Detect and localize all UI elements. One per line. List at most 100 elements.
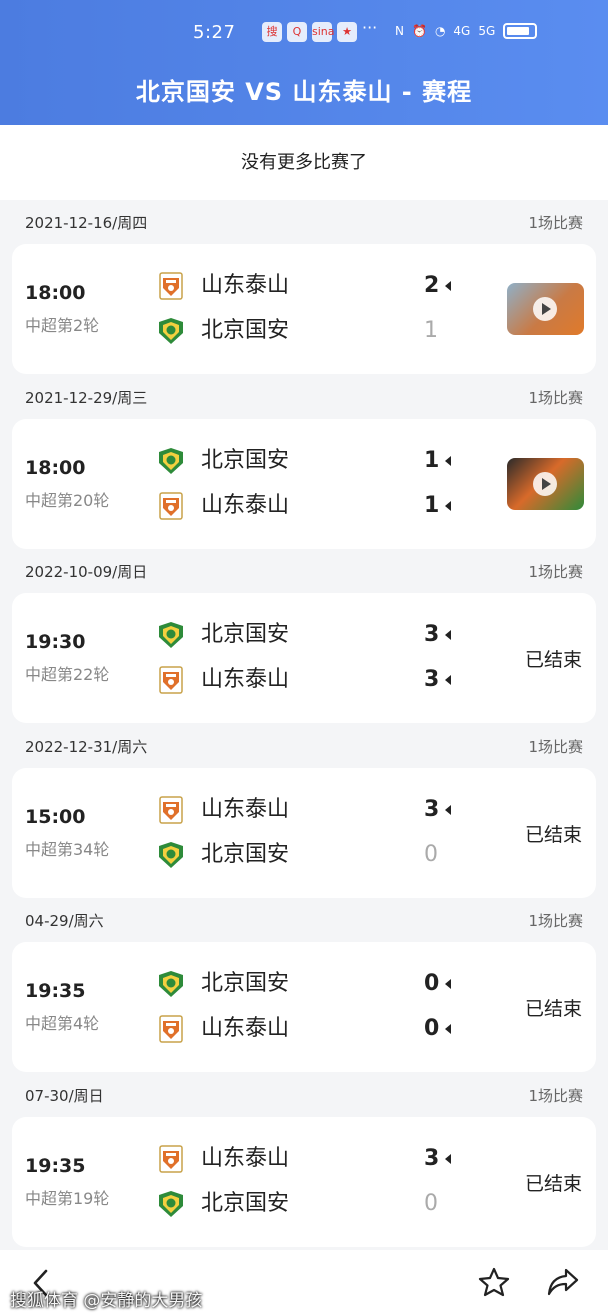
- score-value: 3: [424, 667, 440, 692]
- match-status: 已结束: [524, 649, 582, 671]
- match-date-row: 2021-12-16/周四 1场比赛: [0, 200, 608, 244]
- team-name: 山东泰山: [201, 273, 290, 298]
- notification-icon: ★: [337, 22, 357, 42]
- team-score: 2: [424, 272, 464, 300]
- watermark: 搜狐体育 @安静的大男孩: [10, 1291, 203, 1311]
- match-round: 中超第2轮: [25, 316, 100, 335]
- match-card[interactable]: 15:00 中超第34轮 山东泰山 3 北京国安 0 已结束: [12, 767, 596, 898]
- match-card[interactable]: 18:00 中超第2轮 山东泰山 2 北京国安 1: [12, 244, 596, 374]
- match-date-row: 07-30/周日 1场比赛: [0, 1073, 608, 1117]
- winner-arrow-icon: [445, 979, 452, 989]
- taishan-crest-icon: [157, 491, 185, 520]
- status-bar: 5:27 搜 Q sina ★ ··· N ⏰ ◔ 4G 5G: [0, 18, 608, 48]
- team-row-away: 山东泰山: [157, 491, 457, 522]
- video-thumbnail[interactable]: [507, 283, 584, 335]
- match-round: 中超第22轮: [25, 665, 110, 684]
- score-value: 0: [424, 1190, 438, 1216]
- match-date: 2021-12-16/周四: [25, 214, 148, 232]
- notification-icons: 搜 Q sina ★: [262, 22, 357, 42]
- match-date-row: 2021-12-29/周三 1场比赛: [0, 375, 608, 419]
- match-date-row: 2022-12-31/周六 1场比赛: [0, 724, 608, 768]
- guoan-crest-icon: [157, 970, 185, 998]
- match-card[interactable]: 18:00 中超第20轮 北京国安 1 山东泰山 1: [12, 418, 596, 549]
- match-time: 15:00: [25, 805, 86, 828]
- team-name: 北京国安: [201, 841, 290, 867]
- team-score: 0: [424, 1190, 464, 1218]
- match-time: 19:30: [25, 631, 86, 653]
- match-date: 2022-10-09/周日: [25, 563, 148, 581]
- taishan-crest-icon: [157, 666, 185, 694]
- guoan-crest-icon: [157, 447, 185, 475]
- match-card[interactable]: 19:35 中超第19轮 山东泰山 3 北京国安 0 已结束: [12, 1116, 596, 1247]
- match-card[interactable]: 19:35 中超第4轮 北京国安 0 山东泰山 0 已结束: [12, 942, 596, 1072]
- taishan-crest-icon: [157, 272, 185, 300]
- play-icon: [533, 471, 557, 496]
- video-thumbnail[interactable]: [507, 457, 584, 510]
- match-date-row: 2022-10-09/周日 1场比赛: [0, 549, 608, 593]
- team-score: 1: [424, 492, 464, 520]
- team-name: 北京国安: [201, 622, 290, 647]
- alarm-icon: ⏰: [411, 24, 427, 38]
- winner-arrow-icon: [445, 1024, 452, 1034]
- guoan-crest-icon: [157, 317, 185, 345]
- winner-arrow-icon: [445, 1153, 452, 1164]
- team-score: 1: [424, 317, 464, 345]
- match-count: 1场比赛: [528, 737, 583, 756]
- signal-4g-icon: 4G: [453, 24, 471, 38]
- score-value: 0: [424, 1016, 440, 1041]
- team-name: 北京国安: [201, 447, 290, 473]
- signal-5g-icon: 5G: [478, 24, 496, 38]
- match-round: 中超第34轮: [25, 839, 110, 859]
- team-score: 3: [424, 666, 464, 694]
- match-status: 已结束: [524, 1172, 582, 1195]
- team-score: 3: [424, 1145, 464, 1173]
- match-round: 中超第4轮: [25, 1014, 100, 1033]
- match-status: 已结束: [524, 823, 582, 846]
- no-more-matches-text: 没有更多比赛了: [0, 125, 608, 200]
- guoan-crest-icon: [157, 841, 185, 869]
- battery-icon: [503, 23, 538, 39]
- team-row-away: 北京国安: [157, 841, 457, 871]
- notification-icon: Q: [287, 22, 307, 42]
- team-row-home: 北京国安: [157, 621, 457, 651]
- guoan-crest-icon: [157, 621, 185, 649]
- match-time: 19:35: [25, 980, 86, 1002]
- team-row-away: 山东泰山: [157, 666, 457, 696]
- team-score: 0: [424, 841, 464, 869]
- team-name: 北京国安: [201, 318, 290, 343]
- status-time: 5:27: [193, 22, 236, 43]
- team-score: 1: [424, 447, 464, 475]
- team-row-home: 山东泰山: [157, 795, 457, 826]
- match-time: 18:00: [25, 282, 86, 304]
- match-card[interactable]: 19:30 中超第22轮 北京国安 3 山东泰山 3 已结束: [12, 593, 596, 723]
- team-name: 北京国安: [201, 971, 290, 996]
- taishan-crest-icon: [157, 1144, 185, 1173]
- nfc-icon: N: [395, 24, 404, 38]
- score-value: 3: [424, 796, 440, 822]
- match-round: 中超第20轮: [25, 490, 110, 510]
- more-notifications-icon: ···: [362, 18, 378, 37]
- team-row-away: 山东泰山: [157, 1015, 457, 1045]
- match-date-row: 04-29/周六 1场比赛: [0, 898, 608, 942]
- score-value: 0: [424, 841, 438, 867]
- winner-arrow-icon: [445, 804, 452, 815]
- team-row-home: 山东泰山: [157, 1144, 457, 1175]
- match-count: 1场比赛: [528, 563, 583, 581]
- team-row-away: 北京国安: [157, 1190, 457, 1220]
- team-name: 山东泰山: [201, 1145, 290, 1171]
- match-count: 1场比赛: [528, 912, 583, 930]
- score-value: 0: [424, 971, 440, 996]
- match-count: 1场比赛: [528, 1086, 583, 1105]
- match-round: 中超第19轮: [25, 1188, 110, 1208]
- notification-icon: 搜: [262, 22, 282, 42]
- score-value: 2: [424, 273, 440, 298]
- team-name: 北京国安: [201, 1190, 290, 1216]
- match-status: 已结束: [524, 998, 582, 1020]
- star-icon[interactable]: [478, 1266, 510, 1298]
- match-date: 07-30/周日: [25, 1086, 104, 1105]
- share-icon[interactable]: [546, 1266, 580, 1298]
- winner-arrow-icon: [445, 630, 452, 640]
- wifi-icon: ◔: [434, 24, 446, 38]
- team-row-home: 山东泰山: [157, 272, 457, 302]
- app-header: 5:27 搜 Q sina ★ ··· N ⏰ ◔ 4G 5G 北京国安 VS …: [0, 0, 608, 125]
